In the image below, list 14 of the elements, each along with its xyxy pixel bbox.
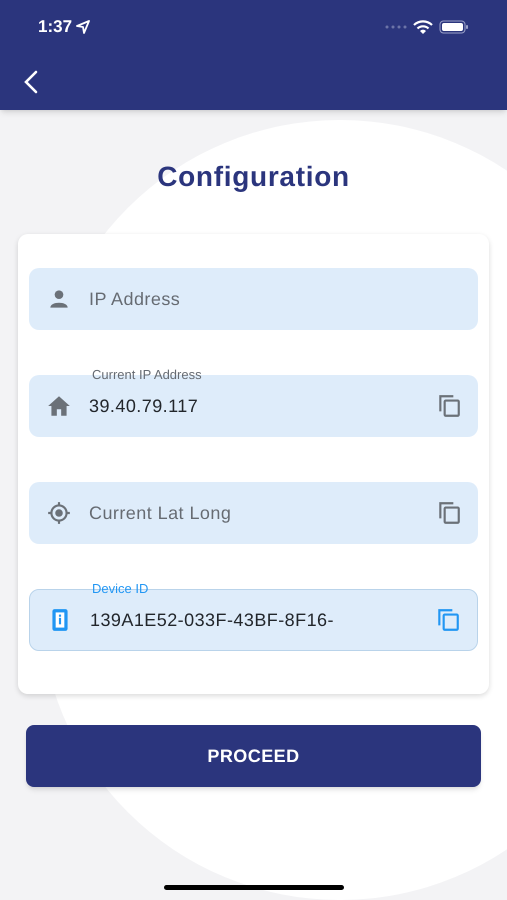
text-field[interactable]: IP Address [29,268,478,330]
field-placeholder: IP Address [89,288,182,310]
target-icon [46,500,72,526]
field-value: 39.40.79.117 [89,394,200,418]
battery-icon [439,20,469,34]
text-field[interactable]: Current Lat Long [29,482,478,544]
location-arrow-icon [76,20,90,34]
wifi-icon [413,20,433,34]
field-value: 139A1E52-033F-43BF-8F16- [90,608,335,632]
proceed-button[interactable]: PROCEED [26,725,481,787]
signal-icon [385,25,407,29]
status-time: 1:37 [38,16,72,38]
field-placeholder: Current Lat Long [89,502,232,525]
page-title: Configuration [157,160,350,194]
